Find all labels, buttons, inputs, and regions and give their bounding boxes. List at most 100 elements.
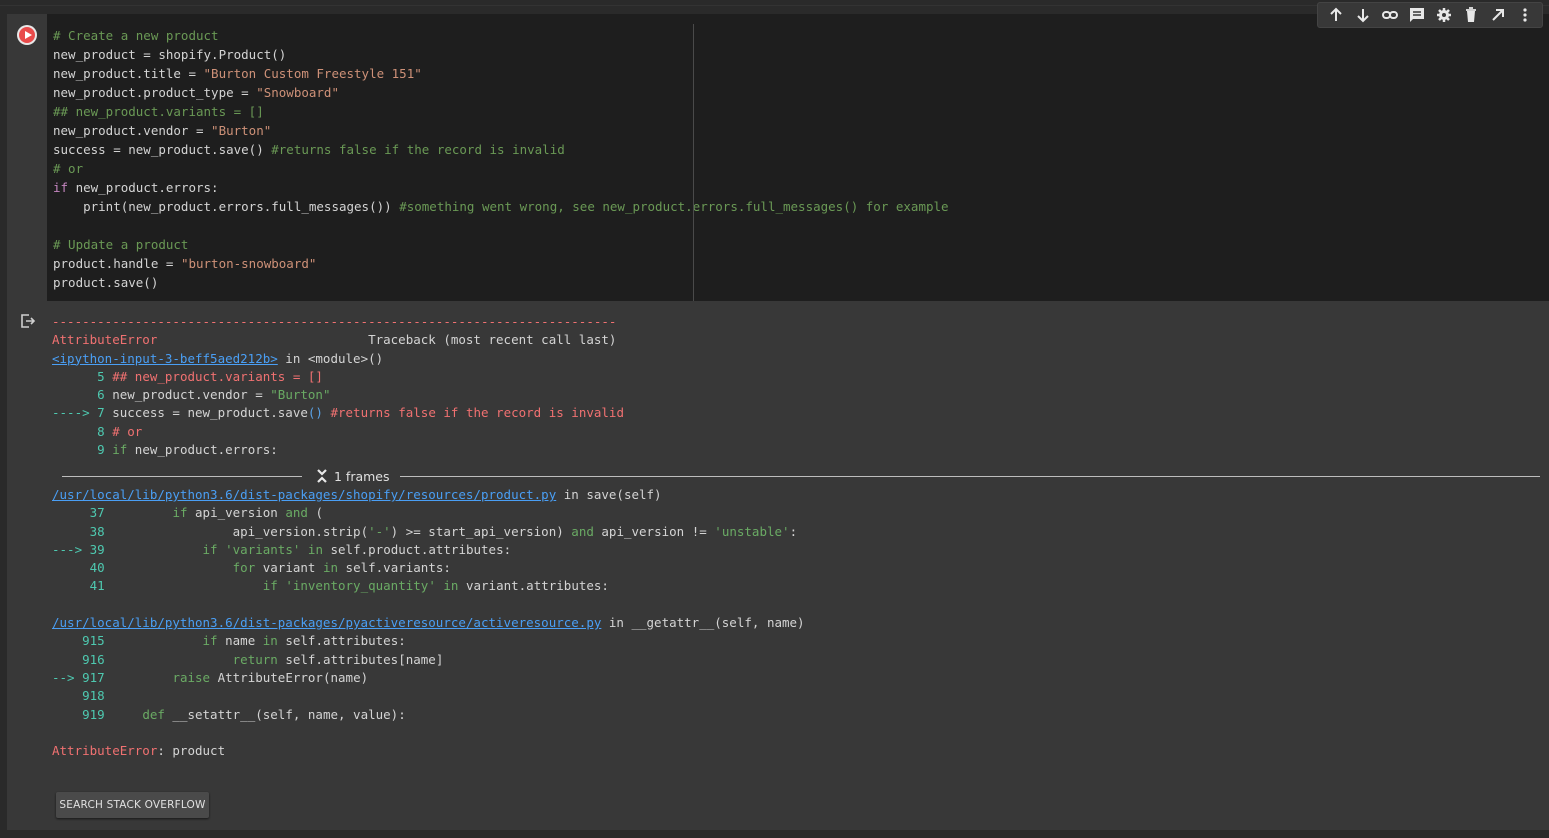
search-stack-overflow-button[interactable]: SEARCH STACK OVERFLOW [56, 792, 209, 818]
move-cell-down-button[interactable] [1349, 3, 1376, 27]
line-code: if api_version and ( [172, 505, 323, 521]
line-code: if 'variants' in self.product.attributes… [202, 541, 512, 557]
line-code: def __setattr__(self, name, value): [142, 706, 406, 722]
line-number: 9 [52, 442, 113, 458]
traceback-dashes: ----------------------------------------… [52, 314, 617, 329]
code-line: # Create a new product [53, 28, 219, 43]
traceback-line: 9 if new_product.errors: [52, 441, 1542, 459]
code-line: new_product = shopify.Product() [53, 47, 287, 62]
traceback-line: 41 if 'inventory_quantity' in variant.at… [52, 577, 1542, 595]
frames-divider-left [62, 475, 302, 477]
code-line: if new_product.errors: [53, 180, 219, 195]
link-icon [1381, 11, 1398, 19]
line-number: 37 [52, 505, 113, 521]
frame3-lines: 915 if name in self.attributes: 916 retu… [52, 632, 1542, 723]
more-actions-button[interactable] [1511, 3, 1538, 27]
file1-link[interactable]: /usr/local/lib/python3.6/dist-packages/s… [52, 487, 556, 502]
line-code: if 'inventory_quantity' in variant.attri… [262, 578, 609, 594]
frames-toggle[interactable]: 1 frames [302, 468, 400, 484]
traceback-line: 918 [52, 687, 1542, 705]
line-number: ---> 39 [52, 541, 113, 557]
error-name: AttributeError [52, 332, 158, 348]
code-line: new_product.product_type = "Snowboard" [53, 85, 339, 100]
traceback-line: 916 return self.attributes[name] [52, 651, 1542, 669]
line-number: 40 [52, 560, 113, 576]
traceback-line: 919 def __setattr__(self, name, value): [52, 706, 1542, 724]
traceback-line: 5 ## new_product.variants = [] [52, 368, 1542, 386]
line-number: --> 917 [52, 669, 113, 685]
line-number: 915 [52, 633, 113, 649]
traceback-line: 8 # or [52, 423, 1542, 441]
line-number: 38 [52, 523, 113, 539]
final-error-message: : product [157, 743, 226, 759]
link-to-cell-button[interactable] [1376, 3, 1403, 27]
add-comment-button[interactable] [1403, 3, 1430, 27]
line-number: 918 [52, 688, 113, 704]
arrow-up-icon [1329, 7, 1342, 21]
code-line: # Update a product [53, 237, 189, 252]
trash-icon [1465, 7, 1476, 22]
file1-location-line: /usr/local/lib/python3.6/dist-packages/s… [52, 486, 1542, 504]
line-code: if new_product.errors: [112, 442, 278, 458]
code-line: product.handle = "burton-snowboard" [53, 256, 317, 271]
code-line: new_product.title = "Burton Custom Frees… [53, 66, 422, 81]
file2-link[interactable]: /usr/local/lib/python3.6/dist-packages/p… [52, 615, 601, 630]
final-error-line: AttributeError: product [52, 742, 1542, 760]
code-line: success = new_product.save() #returns fa… [53, 142, 565, 157]
file2-location-line: /usr/local/lib/python3.6/dist-packages/p… [52, 614, 1542, 632]
run-cell-button[interactable] [17, 25, 37, 45]
line-number: 6 [52, 387, 113, 403]
code-line: print(new_product.errors.full_messages()… [53, 199, 949, 214]
line-number: 916 [52, 651, 113, 667]
traceback-header-line: AttributeError Traceback (most recent ca… [52, 331, 1542, 349]
open-external-icon [1491, 9, 1504, 21]
input-location-line: <ipython-input-3-beff5aed212b> in <modul… [52, 350, 1542, 368]
code-cell[interactable]: # Create a new product new_product = shop… [7, 2, 1549, 830]
line-code: new_product.vendor = "Burton" [112, 387, 331, 403]
traceback-line: ----> 7 success = new_product.save() #re… [52, 404, 1542, 422]
line-code: api_version.strip('-') >= start_api_vers… [112, 523, 798, 539]
frames-collapse-row: 1 frames [62, 466, 1540, 486]
traceback-line: 40 for variant in self.variants: [52, 559, 1542, 577]
more-vert-icon [1522, 8, 1527, 22]
traceback-line: 915 if name in self.attributes: [52, 632, 1542, 650]
line-code: for variant in self.variants: [232, 560, 451, 576]
traceback-line: 37 if api_version and ( [52, 504, 1542, 522]
traceback-header: Traceback (most recent call last) [368, 332, 617, 348]
ipython-input-link[interactable]: <ipython-input-3-beff5aed212b> [52, 351, 278, 366]
cell-toolbar [1317, 2, 1543, 28]
traceback-top: ----------------------------------------… [52, 313, 1542, 459]
line-code: # or [112, 423, 143, 439]
line-code: success = new_product.save() #returns fa… [112, 405, 624, 421]
frame2-lines: 37 if api_version and ( 38 api_version.s… [52, 504, 1542, 595]
line-code: if name in self.attributes: [202, 633, 406, 649]
final-error-name: AttributeError [52, 743, 158, 759]
comment-icon [1409, 8, 1424, 22]
move-cell-up-button[interactable] [1322, 3, 1349, 27]
cell-gutter [7, 14, 47, 301]
line-code: return self.attributes[name] [232, 651, 444, 667]
code-editor[interactable]: # Create a new product new_product = shop… [47, 14, 1549, 301]
code-line: product.save() [53, 275, 159, 290]
delete-cell-button[interactable] [1457, 3, 1484, 27]
cell-settings-button[interactable] [1430, 3, 1457, 27]
code-line: ## new_product.variants = [] [53, 104, 264, 119]
code-line: # or [53, 161, 84, 176]
traceback-line: ---> 39 if 'variants' in self.product.at… [52, 541, 1542, 559]
output-menu-icon[interactable] [20, 313, 36, 329]
collapse-icon [317, 469, 327, 483]
mirror-cell-button[interactable] [1484, 3, 1511, 27]
line-number: 41 [52, 578, 113, 594]
gear-icon [1436, 8, 1451, 22]
traceback-line: --> 917 raise AttributeError(name) [52, 669, 1542, 687]
line-code: raise AttributeError(name) [172, 669, 369, 685]
line-number: 919 [52, 706, 113, 722]
file2-location: in __getattr__(self, name) [601, 615, 805, 631]
frames-label: 1 frames [334, 468, 390, 484]
code-lines: # Create a new product new_product = shop… [53, 26, 1549, 292]
code-line: new_product.vendor = "Burton" [53, 123, 272, 138]
traceback-line: 38 api_version.strip('-') >= start_api_v… [52, 523, 1542, 541]
